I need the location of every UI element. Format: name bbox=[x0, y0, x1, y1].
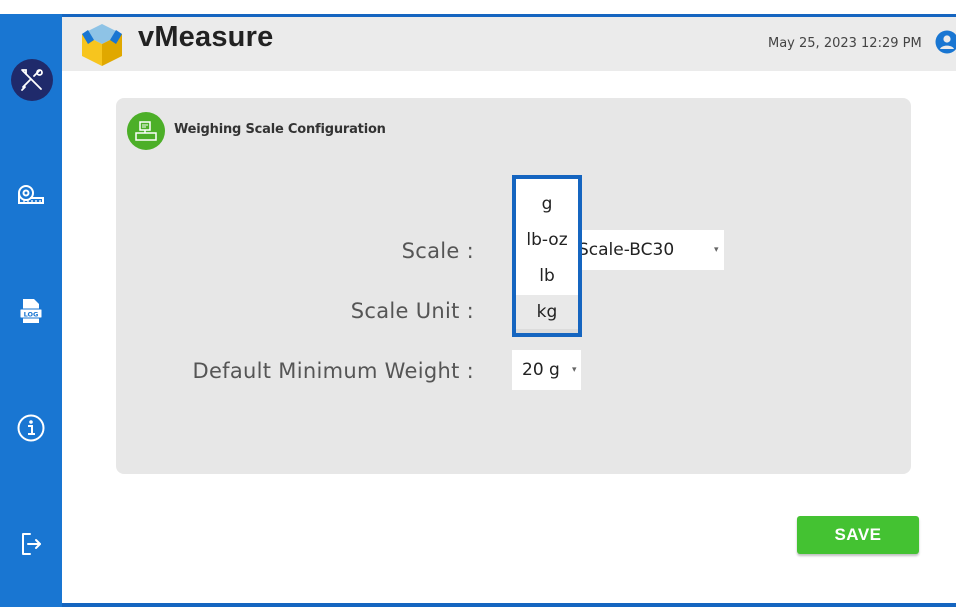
save-button[interactable]: SAVE bbox=[797, 516, 919, 554]
current-datetime: May 25, 2023 12:29 PM bbox=[768, 36, 922, 51]
sidebar-item-measure[interactable] bbox=[0, 171, 62, 221]
min-weight-select-value: 20 g bbox=[522, 360, 560, 380]
user-account-icon[interactable] bbox=[935, 30, 956, 54]
info-icon bbox=[17, 414, 45, 442]
vmeasure-logo bbox=[82, 24, 122, 66]
scale-select-value: Scale-BC30 bbox=[578, 240, 675, 260]
log-file-icon: LOG bbox=[19, 299, 43, 323]
top-margin bbox=[0, 0, 956, 14]
svg-text:LOG: LOG bbox=[24, 311, 39, 319]
measuring-tape-icon bbox=[18, 185, 44, 204]
app-title: vMeasure bbox=[138, 21, 274, 53]
card-title: Weighing Scale Configuration bbox=[174, 122, 386, 137]
chevron-down-icon: ▾ bbox=[714, 245, 719, 255]
sidebar-item-settings[interactable] bbox=[11, 59, 53, 101]
scale-unit-label: Scale Unit : bbox=[350, 299, 474, 323]
unit-option-lb[interactable]: lb bbox=[516, 259, 578, 293]
chevron-down-icon: ▾ bbox=[572, 365, 577, 375]
unit-option-lb-oz[interactable]: lb-oz bbox=[516, 223, 578, 257]
dropdown-scroll-edge bbox=[516, 329, 578, 333]
logout-icon bbox=[22, 533, 41, 555]
tools-icon bbox=[21, 69, 43, 91]
scale-label: Scale : bbox=[401, 239, 474, 263]
sidebar-item-info[interactable] bbox=[0, 403, 62, 453]
sidebar-item-logs[interactable]: LOG bbox=[0, 286, 62, 336]
app-header: vMeasure May 25, 2023 12:29 PM bbox=[62, 17, 956, 71]
min-weight-label: Default Minimum Weight : bbox=[192, 359, 474, 383]
sidebar-item-logout[interactable] bbox=[0, 519, 62, 569]
unit-option-g[interactable]: g bbox=[516, 187, 578, 221]
sidebar: LOG bbox=[0, 14, 62, 607]
scale-unit-dropdown[interactable]: g lb-oz lb kg bbox=[512, 175, 582, 337]
unit-option-kg[interactable]: kg bbox=[516, 295, 578, 329]
bottom-border bbox=[62, 603, 956, 607]
min-weight-select[interactable]: 20 g ▾ bbox=[512, 350, 581, 390]
scale-icon bbox=[127, 112, 165, 150]
